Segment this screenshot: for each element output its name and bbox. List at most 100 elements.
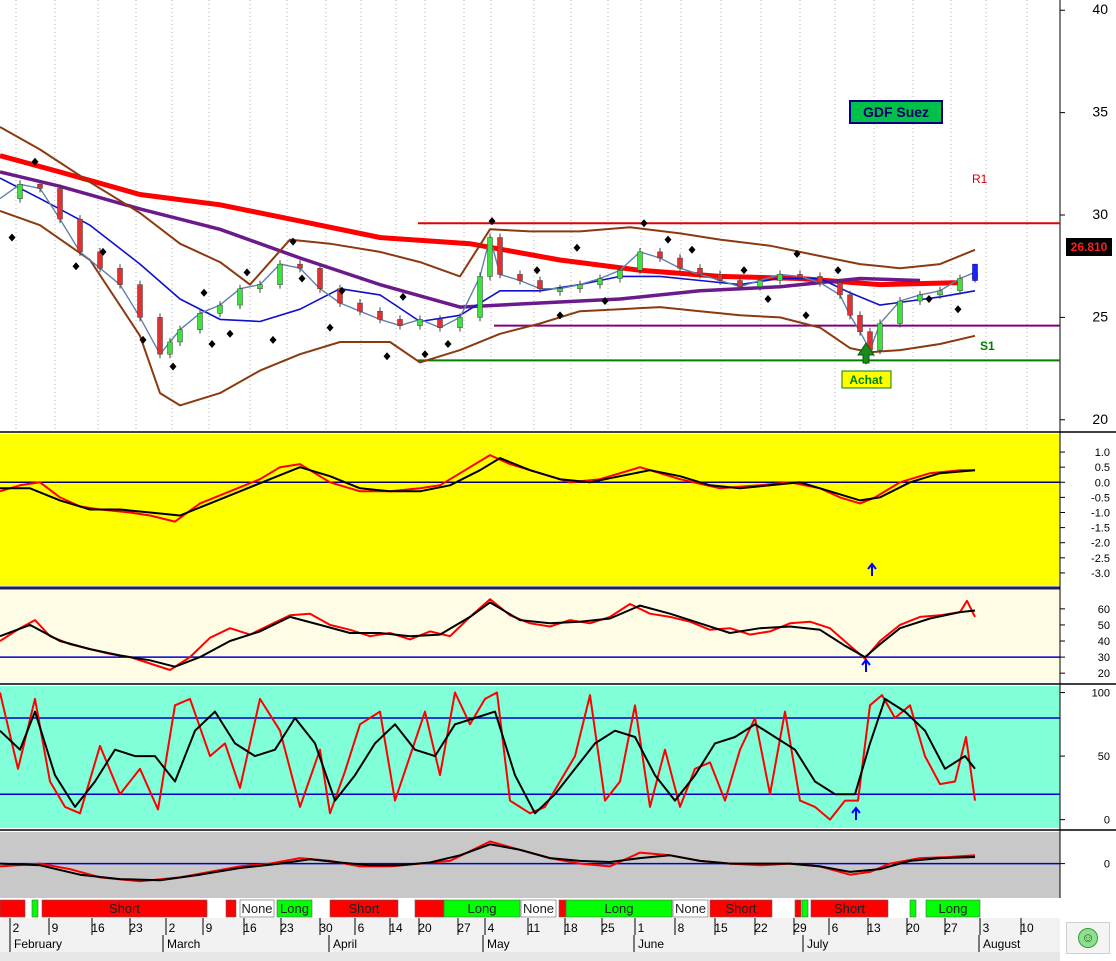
- candle: [777, 274, 783, 281]
- candle: [877, 323, 883, 351]
- y-tick-label: -1.5: [1091, 523, 1110, 535]
- candle: [847, 294, 853, 316]
- candle: [497, 237, 503, 275]
- smiley-icon: ☺: [1078, 928, 1098, 948]
- candle: [717, 274, 723, 281]
- month-label: May: [487, 937, 510, 951]
- timeline-label: Long: [605, 901, 634, 916]
- candle: [297, 263, 303, 269]
- date-tick-label: 1: [638, 921, 645, 935]
- date-tick-label: 2: [169, 921, 176, 935]
- position-timeline: Short None Long Short Long None Long None Short S…: [0, 899, 981, 918]
- month-label: March: [167, 937, 200, 951]
- timeline-label: Long: [939, 901, 968, 916]
- month-label: February: [14, 937, 62, 951]
- month-label: April: [333, 937, 357, 951]
- candle: [677, 257, 683, 269]
- candle: [917, 294, 923, 302]
- candle: [737, 280, 743, 287]
- candle: [857, 315, 863, 332]
- candle: [957, 278, 963, 292]
- smiley-button[interactable]: ☺: [1066, 922, 1110, 954]
- candle: [797, 274, 803, 278]
- candle: [137, 284, 143, 318]
- timeline-label: Long: [280, 901, 309, 916]
- osc4-panel-bg: [0, 832, 1060, 898]
- scroll-strip[interactable]: [0, 952, 1060, 961]
- candle: [77, 218, 83, 253]
- candle: [377, 310, 383, 320]
- candle: [457, 317, 463, 328]
- candle: [697, 267, 703, 275]
- date-tick-label: 30: [319, 921, 333, 935]
- osc1-panel-bg: [0, 434, 1060, 586]
- date-tick-label: 2: [13, 921, 20, 935]
- date-tick-label: 6: [358, 921, 365, 935]
- timeline-label: Short: [725, 901, 756, 916]
- y-tick-label: 1.0: [1095, 447, 1110, 459]
- y-tick-label: 30: [1098, 652, 1110, 664]
- timeline-label: Short: [348, 901, 379, 916]
- month-label: June: [638, 937, 664, 951]
- timeline-label: Short: [834, 901, 865, 916]
- y-tick-label: 100: [1092, 688, 1110, 700]
- candle: [37, 184, 43, 189]
- y-tick-label: 20: [1092, 411, 1108, 427]
- date-tick-label: 18: [564, 921, 578, 935]
- date-tick-label: 11: [528, 921, 541, 935]
- candle: [657, 251, 663, 259]
- date-tick-label: 20: [418, 921, 432, 935]
- y-tick-label: 0.5: [1095, 462, 1110, 474]
- date-tick-label: 20: [906, 921, 920, 935]
- month-label: August: [983, 937, 1021, 951]
- candle: [117, 267, 123, 285]
- date-tick-label: 15: [714, 921, 728, 935]
- timeline-label: Long: [468, 901, 497, 916]
- date-tick-label: 25: [601, 921, 615, 935]
- timeline-segment: [0, 899, 26, 918]
- y-tick-label: 40: [1092, 1, 1108, 17]
- candle: [357, 302, 363, 312]
- candle: [397, 319, 403, 326]
- timeline-label: None: [241, 901, 272, 916]
- candle: [197, 313, 203, 330]
- date-tick-label: 29: [793, 921, 807, 935]
- candle: [617, 270, 623, 279]
- osc2-panel-bg: [0, 590, 1060, 682]
- date-tick-label: 16: [91, 921, 105, 935]
- timeline-label: None: [523, 901, 554, 916]
- y-tick-label: 0: [1104, 859, 1110, 871]
- candle: [167, 341, 173, 355]
- date-tick-label: 8: [678, 921, 685, 935]
- candle: [177, 329, 183, 343]
- stock-chart: 4035302520 GDF Suez R1 S1 Achat 26.810 1…: [0, 0, 1116, 961]
- candle: [637, 251, 643, 271]
- candle: [557, 288, 563, 292]
- timeline-segment: [909, 899, 917, 918]
- timeline-segment: [414, 899, 445, 918]
- candle: [837, 282, 843, 296]
- candle: [477, 276, 483, 318]
- candle: [817, 276, 823, 283]
- signal-label: Achat: [849, 373, 882, 387]
- timeline-segment: [801, 899, 809, 918]
- candle: [317, 267, 323, 289]
- candle: [517, 274, 523, 281]
- candle: [897, 300, 903, 324]
- candle: [217, 304, 223, 314]
- candle: [577, 284, 583, 289]
- y-tick-label: 40: [1098, 636, 1110, 648]
- y-tick-label: 60: [1098, 604, 1110, 616]
- timeline-segment: [794, 899, 802, 918]
- y-tick-label: -2.5: [1091, 553, 1110, 565]
- month-label: July: [807, 937, 828, 951]
- date-tick-label: 23: [280, 921, 294, 935]
- y-tick-label: -2.0: [1091, 538, 1110, 550]
- date-tick-label: 3: [983, 921, 990, 935]
- y-tick-label: 30: [1092, 206, 1108, 222]
- candle: [937, 290, 943, 296]
- timeline-segment: [31, 899, 39, 918]
- date-tick-label: 27: [457, 921, 471, 935]
- date-tick-label: 22: [754, 921, 768, 935]
- date-tick-label: 13: [867, 921, 881, 935]
